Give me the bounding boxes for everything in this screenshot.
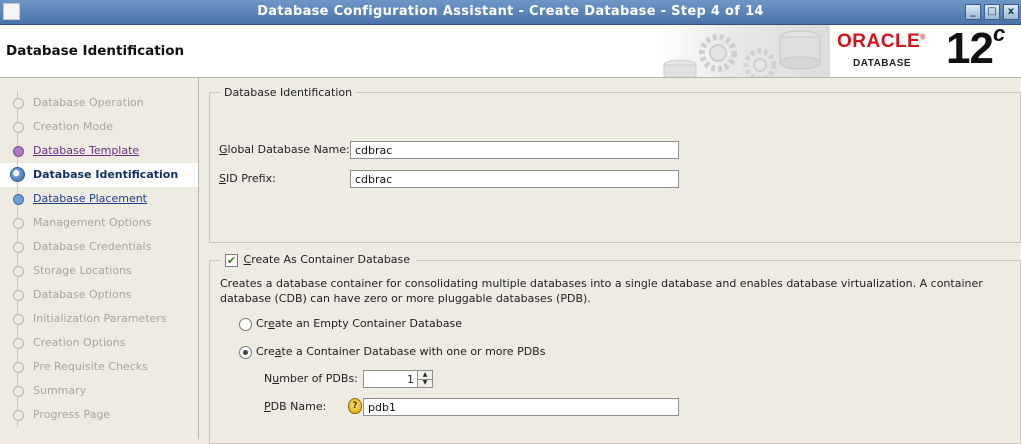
step-indicator-icon xyxy=(13,122,24,133)
mnemonic: G xyxy=(219,143,228,156)
label-text: ate an Empty Container Database xyxy=(274,317,462,330)
step-creation-mode: Creation Mode xyxy=(0,115,198,139)
current-step-indicator-icon xyxy=(10,167,25,182)
registered-mark: ® xyxy=(920,34,926,42)
pdb-name-label: PDB Name: xyxy=(264,400,326,413)
step-creation-options: Creation Options xyxy=(0,331,198,355)
oracle-wordmark: ORACLE® xyxy=(837,31,926,53)
step-indicator-icon xyxy=(13,410,24,421)
step-indicator-icon xyxy=(13,386,24,397)
step-label: Storage Locations xyxy=(33,264,132,277)
mnemonic: P xyxy=(264,400,271,413)
window-titlebar: Database Configuration Assistant - Creat… xyxy=(0,0,1021,25)
wizard-steps-sidebar: Database Operation Creation Mode Databas… xyxy=(0,78,199,439)
spinner-down-icon[interactable]: ▼ xyxy=(418,379,432,387)
empty-container-radio[interactable] xyxy=(239,318,252,331)
version-suffix: c xyxy=(992,21,1005,47)
identification-group xyxy=(209,92,1021,243)
step-indicator-icon xyxy=(13,338,24,349)
oracle-logo: ORACLE® DATABASE 12c xyxy=(831,21,1021,75)
step-indicator-icon xyxy=(13,314,24,325)
step-progress-page: Progress Page xyxy=(0,403,198,427)
step-database-operation: Database Operation xyxy=(0,91,198,115)
label-text: DB Name: xyxy=(270,400,327,413)
step-storage-locations: Storage Locations xyxy=(0,259,198,283)
step-database-identification: Database Identification xyxy=(0,163,198,187)
step-indicator-icon xyxy=(13,194,24,205)
label-text: mber of PDBs: xyxy=(279,372,358,385)
version-number: 12 xyxy=(946,24,994,73)
global-database-name-label: Global Database Name: xyxy=(219,143,350,156)
step-management-options: Management Options xyxy=(0,211,198,235)
mnemonic: S xyxy=(219,172,226,185)
step-indicator-icon xyxy=(13,362,24,373)
step-label: Database Options xyxy=(33,288,132,301)
main-content: Database Identification Global Database … xyxy=(199,78,1021,444)
number-of-pdbs-label: Number of PDBs: xyxy=(264,372,358,385)
step-label: Database Operation xyxy=(33,96,144,109)
window-title: Database Configuration Assistant - Creat… xyxy=(257,4,764,19)
version-logo: 12c xyxy=(946,21,1005,74)
step-database-template[interactable]: Database Template xyxy=(0,139,198,163)
number-of-pdbs-spinner[interactable]: 1 ▲ ▼ xyxy=(363,370,433,388)
minimize-button[interactable]: _ xyxy=(965,4,981,20)
step-pre-requisite-checks: Pre Requisite Checks xyxy=(0,355,198,379)
label-text: N xyxy=(264,372,273,385)
spinner-arrows: ▲ ▼ xyxy=(417,371,432,387)
container-with-pdbs-radio[interactable] xyxy=(239,346,252,359)
checkbox-label: Create As Container Database xyxy=(244,253,411,266)
step-database-options: Database Options xyxy=(0,283,198,307)
step-label: Management Options xyxy=(33,216,152,229)
step-label[interactable]: Database Template xyxy=(33,144,139,157)
label-text: lobal Database Name: xyxy=(227,143,350,156)
container-description-line1: Creates a database container for consoli… xyxy=(220,277,983,290)
step-label: Summary xyxy=(33,384,87,397)
label-text: Cre xyxy=(256,345,275,358)
step-indicator-icon xyxy=(13,98,24,109)
gears-graphic xyxy=(660,25,830,82)
hint-key-icon: ? xyxy=(348,398,362,414)
identification-group-title: Database Identification xyxy=(220,86,357,99)
create-as-container-checkbox[interactable]: ✔ xyxy=(225,254,238,267)
step-label: Pre Requisite Checks xyxy=(33,360,148,373)
step-indicator-icon xyxy=(13,266,24,277)
step-label: Database Identification xyxy=(33,168,179,181)
step-label: Creation Options xyxy=(33,336,126,349)
step-database-placement[interactable]: Database Placement xyxy=(0,187,198,211)
step-indicator-icon xyxy=(13,242,24,253)
step-label: Progress Page xyxy=(33,408,111,421)
oracle-text: ORACLE xyxy=(837,31,921,52)
close-button[interactable]: x xyxy=(1003,4,1019,20)
step-label: Initialization Parameters xyxy=(33,312,167,325)
step-indicator-icon xyxy=(13,218,24,229)
mnemonic: e xyxy=(267,317,275,330)
sid-prefix-label: SID Prefix: xyxy=(219,172,276,185)
database-wordmark: DATABASE xyxy=(853,58,912,69)
step-indicator-icon xyxy=(13,146,24,157)
step-summary: Summary xyxy=(0,379,198,403)
step-label: Database Credentials xyxy=(33,240,152,253)
global-database-name-input[interactable]: cdbrac xyxy=(350,141,679,159)
page-header: Database Identification ORACLE® DATABASE… xyxy=(0,21,1021,82)
empty-container-label[interactable]: Create an Empty Container Database xyxy=(256,317,462,330)
step-indicator-icon xyxy=(13,290,24,301)
sid-prefix-input[interactable]: cdbrac xyxy=(350,170,679,188)
maximize-button[interactable]: □ xyxy=(984,4,1000,20)
pdb-name-input[interactable]: pdb1 xyxy=(363,398,679,416)
spinner-value: 1 xyxy=(407,373,414,386)
label-text: te a Container Database with one or more… xyxy=(281,345,546,358)
step-label: Creation Mode xyxy=(33,120,114,133)
container-database-toggle[interactable]: Create As Container Database xyxy=(220,253,417,266)
step-initialization-parameters: Initialization Parameters xyxy=(0,307,198,331)
gears-illustration-icon xyxy=(663,30,821,82)
label-text: Cr xyxy=(256,317,268,330)
label-text: ID Prefix: xyxy=(225,172,276,185)
container-description-line2: database (CDB) can have zero or more plu… xyxy=(220,292,591,305)
label-text: reate As Container Database xyxy=(251,253,411,266)
page-title: Database Identification xyxy=(6,43,185,59)
step-label[interactable]: Database Placement xyxy=(33,192,147,205)
container-with-pdbs-label[interactable]: Create a Container Database with one or … xyxy=(256,345,545,358)
step-database-credentials: Database Credentials xyxy=(0,235,198,259)
